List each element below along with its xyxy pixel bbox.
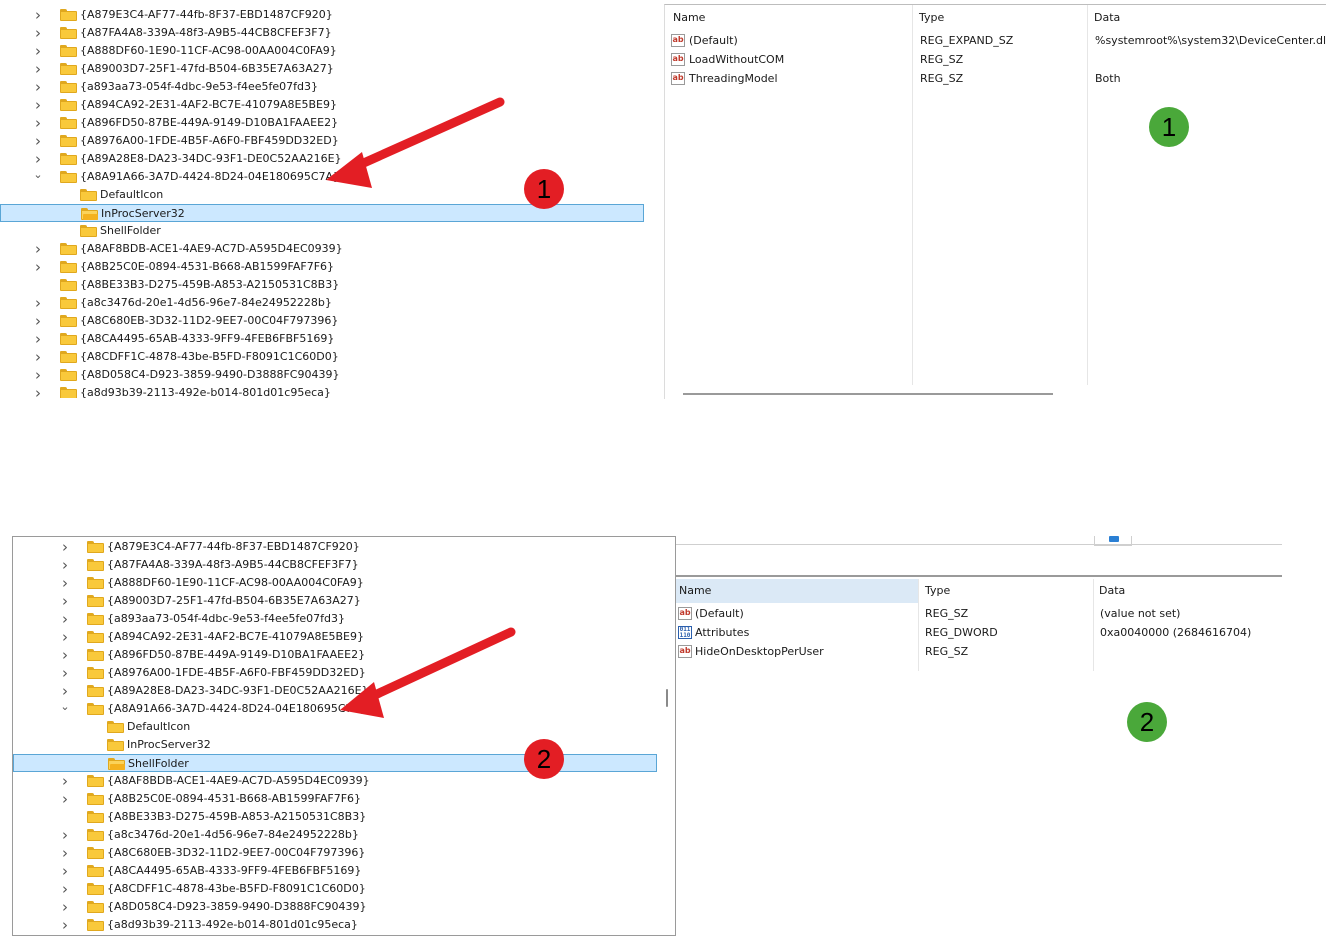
arrow-annotation-2	[340, 627, 516, 718]
step-marker-red-2: 2	[524, 739, 564, 779]
